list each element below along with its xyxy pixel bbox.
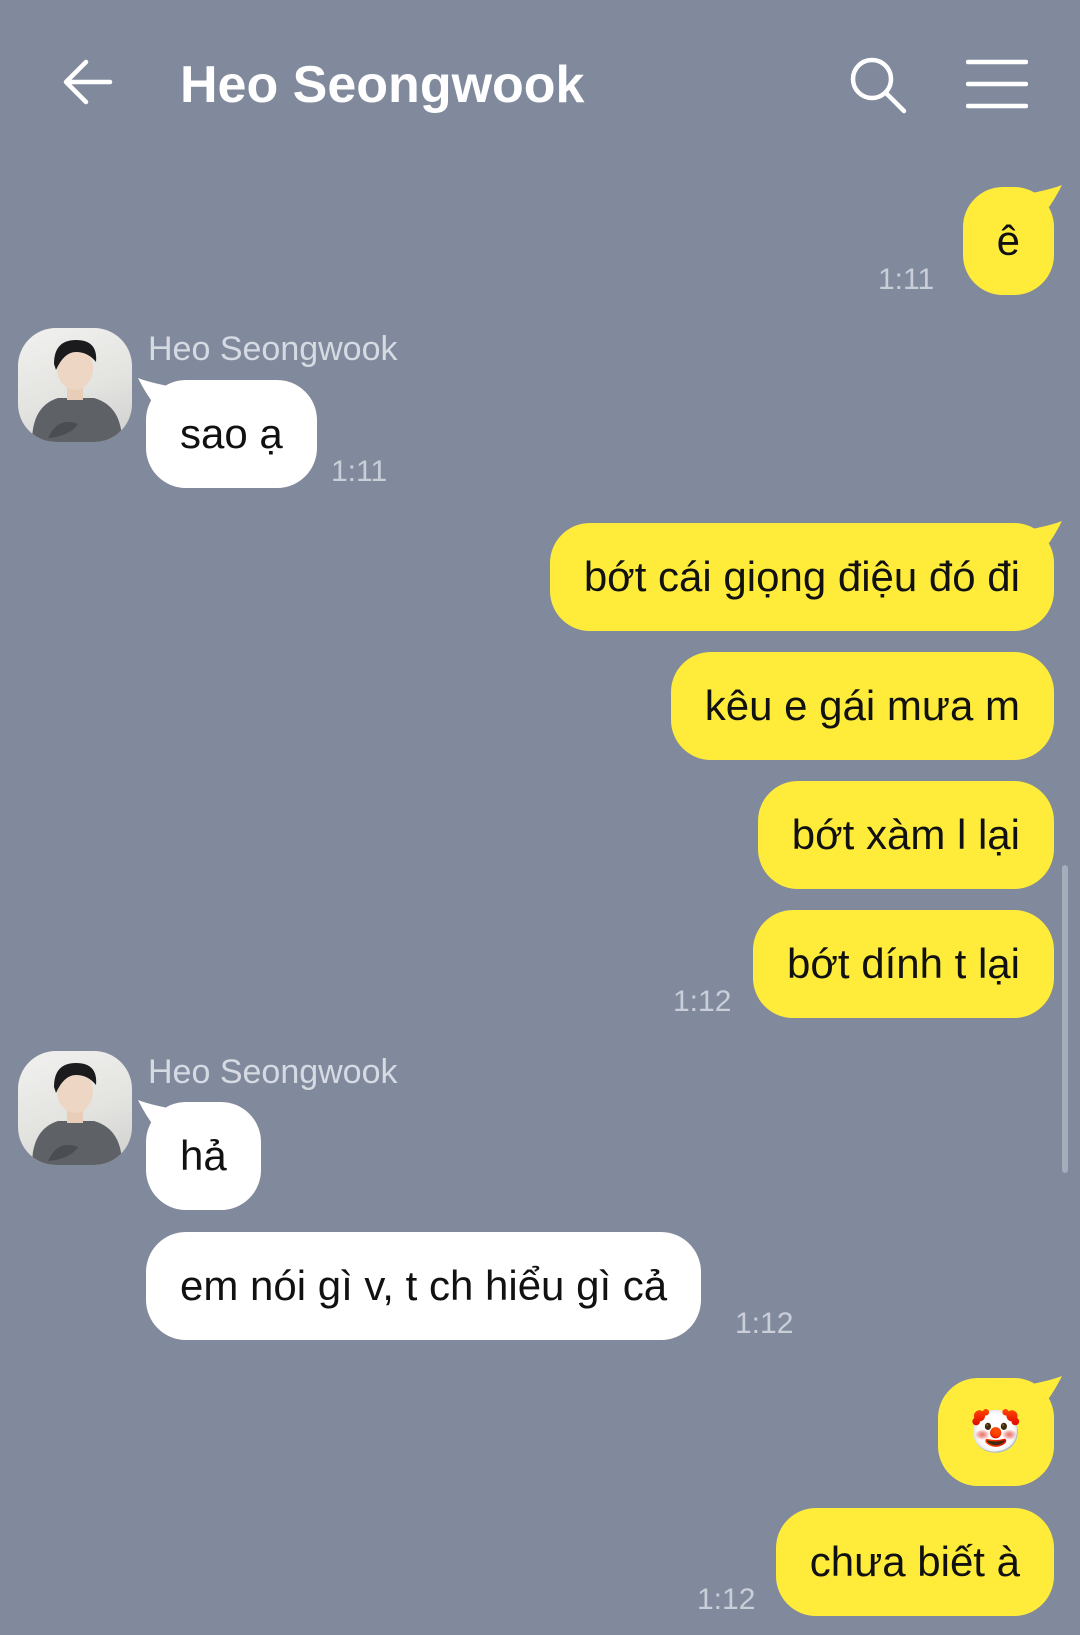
scrollbar[interactable] <box>1062 865 1068 1173</box>
bubble-tail <box>1032 1376 1062 1402</box>
sender-name: Heo Seongwook <box>148 1053 398 1091</box>
chat-header: Heo Seongwook <box>0 0 1080 170</box>
search-icon <box>850 57 907 114</box>
bubble-tail <box>1032 521 1062 547</box>
message-text: bớt cái giọng điệu đó đi <box>583 553 1020 600</box>
menu-button[interactable] <box>965 58 1029 110</box>
their-message-bubble[interactable]: em nói gì v, t ch hiểu gì cả <box>146 1232 702 1340</box>
message-time: 1:12 <box>697 1583 756 1616</box>
their-message-bubble[interactable]: hả <box>138 1100 261 1210</box>
my-message-bubble[interactable]: bớt cái giọng điệu đó đi <box>549 521 1062 631</box>
my-message-bubble[interactable]: bớt xàm l lại <box>757 781 1054 889</box>
message-text: kêu e gái mưa m <box>704 682 1020 729</box>
message-time: 1:11 <box>878 263 935 296</box>
menu-icon <box>965 59 1029 109</box>
avatar[interactable] <box>18 1051 132 1165</box>
back-button[interactable] <box>58 52 118 112</box>
clown-emoji: 🤡 <box>969 1407 1022 1456</box>
arrow-left-icon <box>63 59 113 105</box>
my-message-bubble[interactable]: 🤡 <box>937 1376 1062 1486</box>
my-message-bubble[interactable]: chưa biết à <box>775 1508 1054 1616</box>
message-text: em nói gì v, t ch hiểu gì cả <box>180 1262 668 1309</box>
search-button[interactable] <box>848 55 910 117</box>
message-text: sao ạ <box>180 410 283 457</box>
profile-photo <box>32 1063 122 1165</box>
my-message-bubble[interactable]: kêu e gái mưa m <box>670 652 1054 760</box>
avatar[interactable] <box>18 328 132 442</box>
my-message-bubble[interactable]: bớt dính t lại <box>752 910 1054 1018</box>
bubble-tail <box>1032 185 1062 211</box>
my-message-bubble[interactable]: ê <box>962 185 1062 295</box>
message-text: bớt dính t lại <box>786 940 1020 987</box>
message-text: hả <box>180 1132 227 1179</box>
message-time: 1:11 <box>331 455 388 488</box>
message-time: 1:12 <box>735 1307 794 1340</box>
sender-name: Heo Seongwook <box>148 330 398 368</box>
message-time: 1:12 <box>673 985 732 1018</box>
their-message-bubble[interactable]: sao ạ <box>138 378 317 488</box>
bubble-tail <box>138 1100 168 1126</box>
message-text: ê <box>996 217 1020 264</box>
message-text: chưa biết à <box>809 1538 1020 1585</box>
message-text: bớt xàm l lại <box>791 811 1020 858</box>
bubble-tail <box>138 378 168 404</box>
profile-photo <box>32 340 122 442</box>
chat-title: Heo Seongwook <box>180 56 585 114</box>
